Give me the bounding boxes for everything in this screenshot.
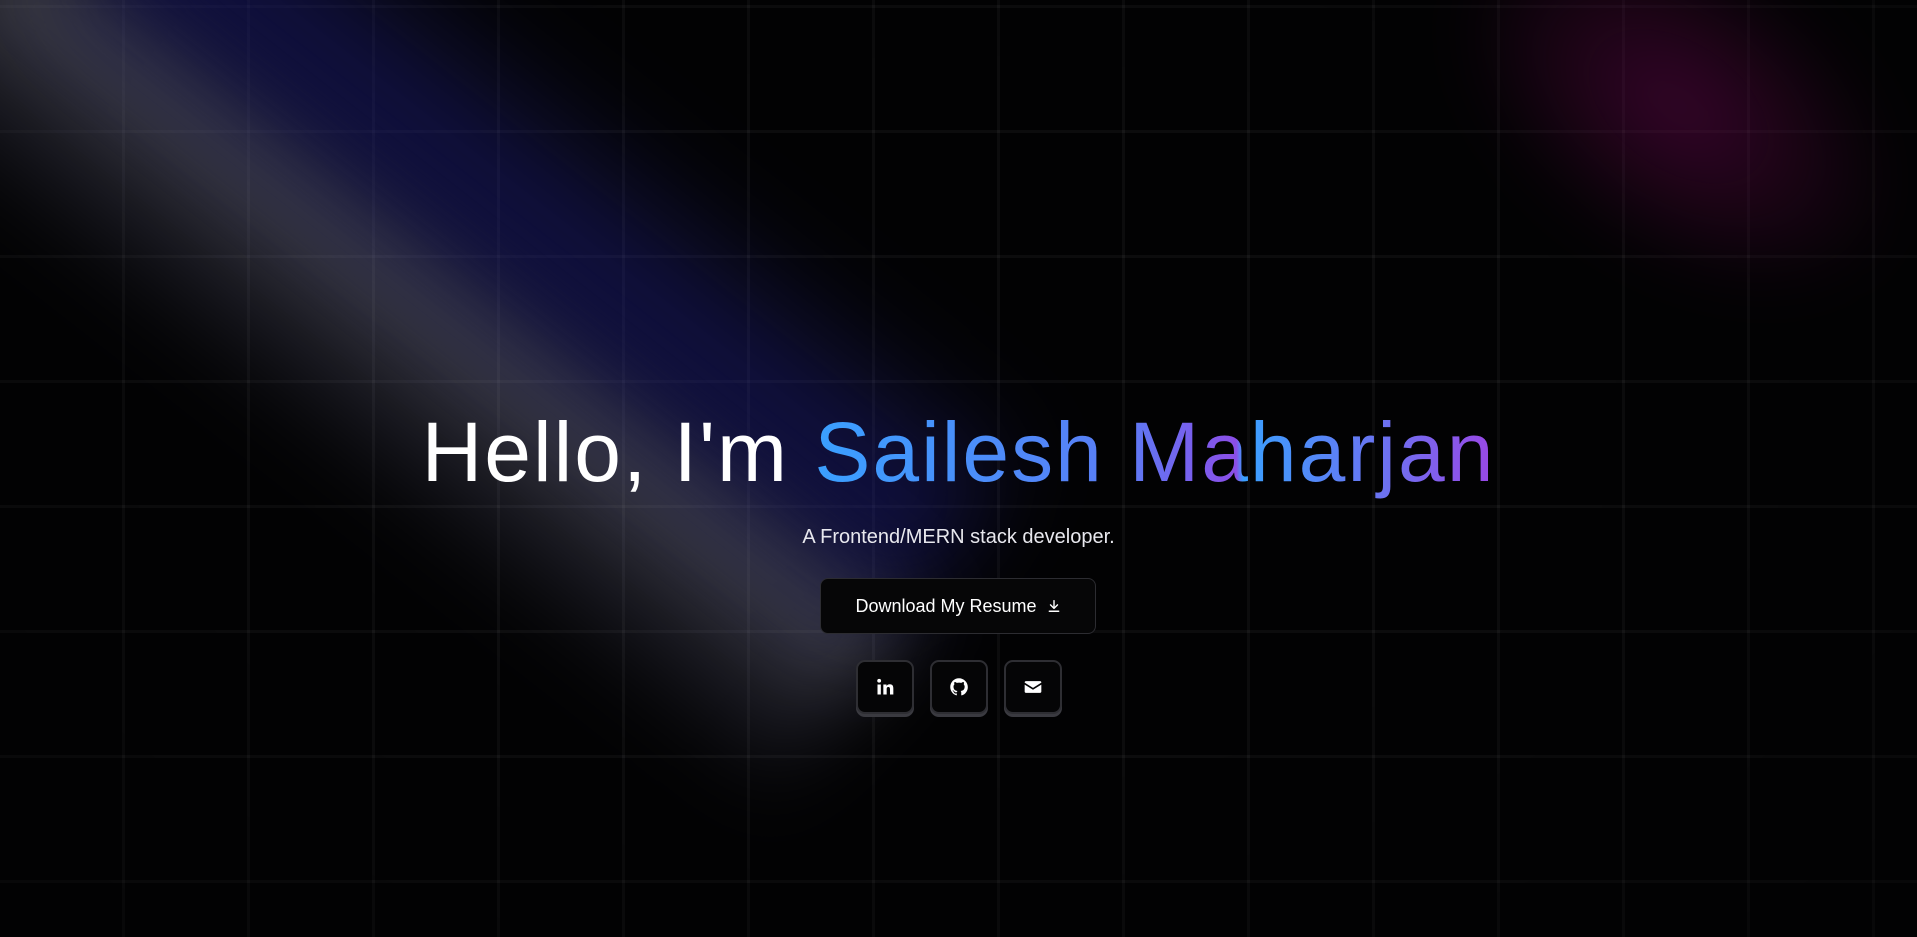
github-link[interactable] xyxy=(929,660,988,714)
linkedin-icon xyxy=(876,678,893,695)
social-links xyxy=(0,660,1917,714)
hero-section: Hello, I'm Sailesh Maharjan A Frontend/M… xyxy=(0,0,1917,937)
last-name: Maharjan xyxy=(1129,405,1496,499)
download-resume-label: Download My Resume xyxy=(855,595,1037,616)
linkedin-link[interactable] xyxy=(855,660,914,714)
github-icon xyxy=(949,678,968,696)
email-link[interactable] xyxy=(1003,660,1062,714)
hero-subtitle: A Frontend/MERN stack developer. xyxy=(802,526,1115,548)
greeting-text: Hello, I'm xyxy=(421,405,790,499)
name-text: Sailesh Maharjan xyxy=(814,405,1495,499)
page-background: Hello, I'm Sailesh Maharjan A Frontend/M… xyxy=(0,0,1917,937)
download-icon xyxy=(1048,600,1059,612)
download-resume-button[interactable]: Download My Resume xyxy=(820,578,1096,634)
mail-icon xyxy=(1024,681,1041,693)
first-name: Sailesh xyxy=(814,405,1104,499)
hero-headline: Hello, I'm Sailesh Maharjan xyxy=(0,404,1917,500)
